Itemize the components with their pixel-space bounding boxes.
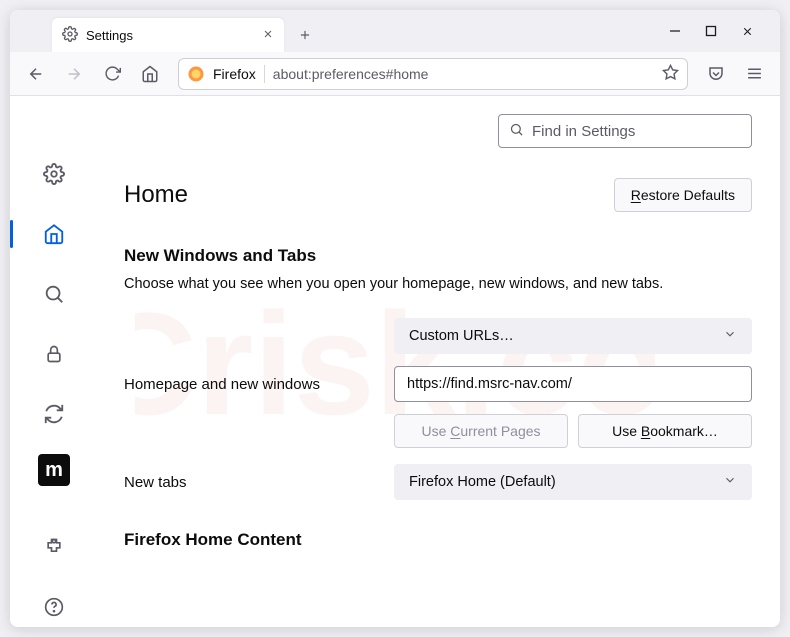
search-icon — [509, 122, 524, 141]
sidebar: m — [10, 96, 98, 627]
section-desc: Choose what you see when you open your h… — [124, 276, 752, 292]
reload-button[interactable] — [96, 58, 128, 90]
sidebar-item-sync[interactable] — [34, 394, 74, 434]
sidebar-item-search[interactable] — [34, 274, 74, 314]
new-tab-button[interactable] — [290, 20, 320, 50]
newtabs-row-label: New tabs — [124, 474, 382, 491]
pocket-button[interactable] — [700, 58, 732, 90]
homepage-row-label: Homepage and new windows — [124, 376, 382, 393]
section2-heading: Firefox Home Content — [124, 530, 752, 550]
section-heading: New Windows and Tabs — [124, 246, 752, 266]
menu-button[interactable] — [738, 58, 770, 90]
main-content: Find in Settings Home Restore Defaults N… — [98, 96, 780, 627]
homepage-url-input[interactable] — [394, 366, 752, 402]
tab-title: Settings — [86, 28, 133, 43]
toolbar: Firefox about:preferences#home — [10, 52, 780, 96]
bookmark-star-icon[interactable] — [662, 64, 679, 84]
newtabs-select[interactable]: Firefox Home (Default) — [394, 464, 752, 500]
firefox-icon — [187, 65, 205, 83]
use-current-pages-button[interactable]: Use Current Pages — [394, 414, 568, 448]
minimize-button[interactable] — [669, 25, 681, 37]
sidebar-item-more-mozilla[interactable]: m — [38, 454, 70, 486]
restore-defaults-button[interactable]: Restore Defaults — [614, 178, 752, 212]
url-divider — [264, 65, 265, 83]
sidebar-item-general[interactable] — [34, 154, 74, 194]
sidebar-item-privacy[interactable] — [34, 334, 74, 374]
chevron-down-icon — [723, 473, 737, 491]
search-placeholder: Find in Settings — [532, 123, 635, 140]
select-value: Custom URLs… — [409, 328, 514, 344]
chevron-down-icon — [723, 327, 737, 345]
select-value: Firefox Home (Default) — [409, 474, 556, 490]
maximize-button[interactable] — [705, 25, 717, 37]
sidebar-item-help[interactable] — [34, 587, 74, 627]
url-bar[interactable]: Firefox about:preferences#home — [178, 58, 688, 90]
settings-search[interactable]: Find in Settings — [498, 114, 752, 148]
gear-icon — [62, 26, 78, 45]
tab-settings[interactable]: Settings — [52, 18, 284, 52]
close-window-button[interactable] — [741, 25, 754, 38]
sidebar-item-home[interactable] — [34, 214, 74, 254]
back-button[interactable] — [20, 58, 52, 90]
tab-bar: Settings — [10, 10, 780, 52]
url-path: about:preferences#home — [273, 66, 429, 82]
use-bookmark-button[interactable]: Use Bookmark… — [578, 414, 752, 448]
close-icon[interactable] — [262, 27, 274, 43]
url-prefix: Firefox — [213, 66, 256, 82]
sidebar-item-extensions[interactable] — [34, 527, 74, 567]
homepage-mode-select[interactable]: Custom URLs… — [394, 318, 752, 354]
home-button[interactable] — [134, 58, 166, 90]
page-title: Home — [124, 181, 188, 209]
forward-button[interactable] — [58, 58, 90, 90]
